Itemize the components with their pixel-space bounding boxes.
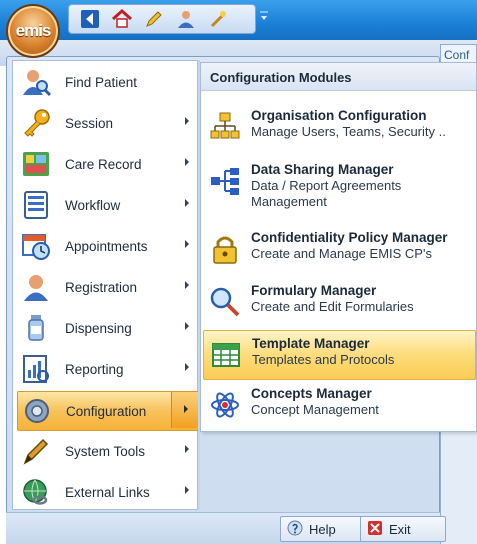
app-orb-label: emis xyxy=(15,21,52,40)
menu-item-appointments[interactable]: Appointments xyxy=(17,227,197,265)
atom-icon xyxy=(207,387,243,423)
menu-item-label: Dispensing xyxy=(65,320,132,336)
menu-item-label: Session xyxy=(65,115,114,131)
quick-access-toolbar xyxy=(68,4,256,34)
org-chart-icon xyxy=(207,109,243,145)
submenu-item-description: Create and Manage EMIS CP's xyxy=(251,246,432,261)
care-record-icon xyxy=(19,147,53,181)
back-arrow-icon[interactable] xyxy=(79,8,101,30)
configuration-submenu: Configuration Modules Organisation Confi… xyxy=(200,62,477,432)
submenu-item-concepts-manager[interactable]: Concepts Manager Concept Management xyxy=(203,381,474,429)
globe-link-icon xyxy=(19,475,53,509)
submenu-item-formulary-manager[interactable]: Formulary Manager Create and Edit Formul… xyxy=(203,278,474,326)
home-icon[interactable] xyxy=(111,8,133,30)
padlock-icon xyxy=(207,231,243,267)
user-search-icon xyxy=(19,65,53,99)
menu-item-find-patient[interactable]: Find Patient xyxy=(17,63,197,101)
submenu-arrow-icon xyxy=(185,117,189,125)
submenu-item-data-sharing-manager[interactable]: Data Sharing Manager Data / Report Agree… xyxy=(203,157,474,219)
menu-item-external-links[interactable]: External Links xyxy=(17,473,197,511)
submenu-item-organisation-configuration[interactable]: Organisation Configuration Manage Users,… xyxy=(203,103,474,151)
help-button-label: Help xyxy=(309,521,336,537)
pen-icon xyxy=(19,434,53,468)
help-button[interactable]: Help xyxy=(280,516,366,542)
submenu-arrow-icon xyxy=(185,322,189,330)
menu-item-workflow[interactable]: Workflow xyxy=(17,186,197,224)
qat-customize-icon[interactable] xyxy=(259,9,271,27)
menu-item-label: Workflow xyxy=(65,197,121,213)
exit-button-label: Exit xyxy=(389,521,411,537)
edit-pencil-icon[interactable] xyxy=(143,8,165,30)
menu-item-reporting[interactable]: Reporting xyxy=(17,350,197,388)
submenu-item-description: Concept Management xyxy=(251,402,379,417)
wand-icon[interactable] xyxy=(207,8,229,30)
share-network-icon xyxy=(207,163,243,199)
submenu-arrow-icon xyxy=(185,199,189,207)
menu-item-label: Reporting xyxy=(65,361,124,377)
menu-item-label: System Tools xyxy=(65,443,146,459)
menu-item-configuration[interactable]: Configuration xyxy=(17,391,199,431)
workflow-icon xyxy=(19,188,53,222)
person-icon xyxy=(19,270,53,304)
submenu-arrow-icon xyxy=(185,240,189,248)
submenu-item-description: Manage Users, Teams, Security .. xyxy=(251,124,446,139)
submenu-item-title: Organisation Configuration xyxy=(251,108,427,123)
submenu-arrow-icon xyxy=(185,445,189,453)
bottle-icon xyxy=(19,311,53,345)
menu-item-system-tools[interactable]: System Tools xyxy=(17,432,197,470)
report-icon xyxy=(19,352,53,386)
menu-item-care-record[interactable]: Care Record xyxy=(17,145,197,183)
menu-item-label: Care Record xyxy=(65,156,142,172)
submenu-item-title: Template Manager xyxy=(252,336,370,351)
menu-item-label: Registration xyxy=(65,279,138,295)
exit-button[interactable]: Exit xyxy=(360,516,446,542)
magnifier-icon xyxy=(207,284,243,320)
submenu-item-title: Data Sharing Manager xyxy=(251,162,394,177)
submenu-item-confidentiality-policy-manager[interactable]: Confidentiality Policy Manager Create an… xyxy=(203,225,474,273)
submenu-item-title: Concepts Manager xyxy=(251,386,372,401)
grid-table-icon xyxy=(208,337,244,373)
exit-icon xyxy=(367,520,383,539)
submenu-item-template-manager[interactable]: Template Manager Templates and Protocols xyxy=(203,330,476,380)
menu-item-registration[interactable]: Registration xyxy=(17,268,197,306)
menu-item-label: Appointments xyxy=(65,238,148,254)
submenu-arrow-icon xyxy=(185,158,189,166)
menu-item-label: Find Patient xyxy=(65,74,138,90)
calendar-clock-icon xyxy=(19,229,53,263)
submenu-header: Configuration Modules xyxy=(201,63,476,91)
submenu-arrow-icon xyxy=(185,363,189,371)
gear-icon xyxy=(20,394,54,428)
menu-item-dispensing[interactable]: Dispensing xyxy=(17,309,197,347)
submenu-item-description: Create and Edit Formularies xyxy=(251,299,414,314)
submenu-item-description: Data / Report Agreements Management xyxy=(251,178,402,209)
submenu-arrow-icon xyxy=(184,405,188,413)
user-icon[interactable] xyxy=(175,8,197,30)
menu-item-session[interactable]: Session xyxy=(17,104,197,142)
menu-item-label: Configuration xyxy=(66,403,147,419)
submenu-arrow-icon xyxy=(185,486,189,494)
submenu-item-title: Confidentiality Policy Manager xyxy=(251,230,448,245)
submenu-item-title: Formulary Manager xyxy=(251,283,377,298)
submenu-arrow-icon xyxy=(185,281,189,289)
app-orb-button[interactable]: emis xyxy=(6,4,60,58)
menu-item-label: External Links xyxy=(65,484,150,500)
key-icon xyxy=(19,106,53,140)
help-icon xyxy=(287,520,303,539)
submenu-item-description: Templates and Protocols xyxy=(252,352,395,367)
main-menu-list: Find Patient Session Care Record Workflo… xyxy=(12,60,199,511)
